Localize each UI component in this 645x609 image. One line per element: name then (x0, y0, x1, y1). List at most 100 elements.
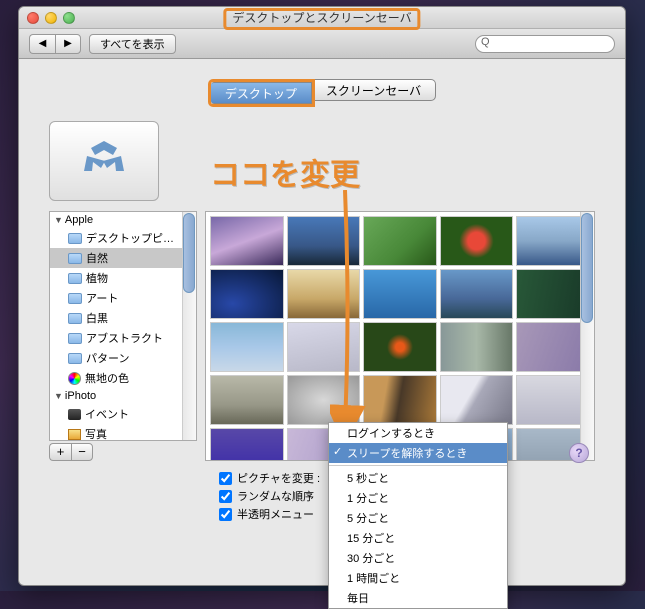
forward-button[interactable]: ▶ (55, 34, 81, 54)
folder-icon (68, 353, 82, 364)
source-sidebar: ▼Apple デスクトップピ… 自然 植物 アート 白黒 アブストラクト パター… (49, 211, 197, 441)
thumbnail[interactable] (210, 216, 284, 266)
thumbnail[interactable] (363, 375, 437, 425)
list-item[interactable]: イベント (50, 404, 196, 424)
sidebar-scrollbar[interactable] (182, 212, 196, 440)
popup-separator (329, 465, 507, 466)
popup-item-1h[interactable]: 1 時間ごと (329, 568, 507, 588)
thumbs-scrollbar[interactable] (580, 212, 594, 460)
thumbnail[interactable] (363, 216, 437, 266)
item-label: 写真 (85, 426, 107, 440)
category-label: Apple (65, 214, 93, 226)
list-item[interactable]: パターン (50, 348, 196, 368)
item-label: アブストラクト (86, 330, 163, 346)
toolbar: ◀ ▶ すべてを表示 Q (19, 29, 625, 59)
popup-item-30m[interactable]: 30 分ごと (329, 548, 507, 568)
main-area: ▼Apple デスクトップピ… 自然 植物 アート 白黒 アブストラクト パター… (49, 211, 595, 461)
scroll-thumb[interactable] (183, 213, 195, 293)
popup-item-wake[interactable]: スリープを解除するとき◤ (329, 443, 507, 463)
popup-item-daily[interactable]: 毎日 (329, 588, 507, 608)
photo-icon (68, 429, 81, 440)
add-remove-buttons: + − (49, 443, 197, 461)
list-item[interactable]: 白黒 (50, 308, 196, 328)
category-iphoto[interactable]: ▼iPhoto (50, 388, 196, 404)
preview-well (49, 121, 159, 201)
tab-bar: デスクトップ スクリーンセーバ (49, 79, 595, 107)
item-label: 無地の色 (85, 370, 129, 386)
popup-item-5m[interactable]: 5 分ごと (329, 508, 507, 528)
thumbnail[interactable] (210, 375, 284, 425)
window-title: デスクトップとスクリーンセーバ (223, 9, 420, 26)
thumbnail[interactable] (516, 375, 590, 425)
thumbnail[interactable] (516, 216, 590, 266)
color-wheel-icon (68, 372, 81, 385)
add-button[interactable]: + (49, 443, 71, 461)
thumbnail[interactable] (440, 216, 514, 266)
change-picture-checkbox[interactable] (219, 472, 232, 485)
item-label: デスクトップピ… (86, 230, 174, 246)
title-highlight: デスクトップとスクリーンセーバ (223, 8, 420, 30)
thumbnail[interactable] (210, 322, 284, 372)
item-label: イベント (85, 406, 129, 422)
popup-item-login[interactable]: ログインするとき (329, 423, 507, 443)
list-item[interactable]: デスクトップピ… (50, 228, 196, 248)
close-button[interactable] (27, 12, 39, 24)
source-list[interactable]: ▼Apple デスクトップピ… 自然 植物 アート 白黒 アブストラクト パター… (50, 212, 196, 440)
list-item[interactable]: アート (50, 288, 196, 308)
thumbnail[interactable] (440, 375, 514, 425)
nav-buttons: ◀ ▶ (29, 34, 81, 54)
thumbnail[interactable] (363, 269, 437, 319)
show-all-button[interactable]: すべてを表示 (89, 34, 176, 54)
list-item[interactable]: 自然 (50, 248, 196, 268)
item-label: アート (86, 290, 118, 306)
recycle-icon (79, 136, 129, 186)
item-label: パターン (86, 350, 129, 366)
content: デスクトップ スクリーンセーバ ▼Apple デスクトップピ… 自然 植物 アー… (19, 59, 625, 543)
translucent-checkbox[interactable] (219, 508, 232, 521)
thumbnail[interactable] (440, 269, 514, 319)
minimize-button[interactable] (45, 12, 57, 24)
titlebar[interactable]: デスクトップとスクリーンセーバ (19, 7, 625, 29)
thumbnail[interactable] (287, 269, 361, 319)
folder-icon (68, 273, 82, 284)
list-item[interactable]: アブストラクト (50, 328, 196, 348)
change-picture-label: ピクチャを変更 : (237, 470, 320, 486)
zoom-button[interactable] (63, 12, 75, 24)
popup-item-5s[interactable]: 5 秒ごと (329, 468, 507, 488)
random-checkbox[interactable] (219, 490, 232, 503)
item-label: 自然 (86, 250, 108, 266)
thumbnail[interactable] (516, 322, 590, 372)
disclosure-icon: ▼ (54, 391, 63, 401)
category-apple[interactable]: ▼Apple (50, 212, 196, 228)
list-item[interactable]: 植物 (50, 268, 196, 288)
item-label: 白黒 (86, 310, 108, 326)
tab-screensaver[interactable]: スクリーンセーバ (312, 79, 436, 101)
thumbnail[interactable] (210, 269, 284, 319)
search-box: Q (475, 34, 615, 53)
back-button[interactable]: ◀ (29, 34, 55, 54)
list-item[interactable]: 写真 (50, 424, 196, 440)
random-label: ランダムな順序 (237, 488, 314, 504)
scroll-thumb[interactable] (581, 213, 593, 323)
list-item[interactable]: 無地の色 (50, 368, 196, 388)
help-button[interactable]: ? (569, 443, 589, 463)
folder-icon (68, 233, 82, 244)
interval-popup-menu[interactable]: ログインするとき スリープを解除するとき◤ 5 秒ごと 1 分ごと 5 分ごと … (328, 422, 508, 609)
thumbnail[interactable] (363, 322, 437, 372)
thumbnail[interactable] (287, 216, 361, 266)
thumbnail[interactable] (440, 322, 514, 372)
tab-desktop[interactable]: デスクトップ (211, 82, 312, 104)
event-icon (68, 409, 81, 420)
thumbnail[interactable] (210, 428, 284, 461)
popup-item-1m[interactable]: 1 分ごと (329, 488, 507, 508)
search-input[interactable] (475, 35, 615, 53)
thumbnail[interactable] (287, 375, 361, 425)
folder-icon (68, 253, 82, 264)
thumbnail[interactable] (287, 322, 361, 372)
traffic-lights (27, 12, 75, 24)
remove-button[interactable]: − (71, 443, 93, 461)
popup-item-15m[interactable]: 15 分ごと (329, 528, 507, 548)
translucent-label: 半透明メニュー (237, 506, 314, 522)
disclosure-icon: ▼ (54, 215, 63, 225)
thumbnail[interactable] (516, 269, 590, 319)
